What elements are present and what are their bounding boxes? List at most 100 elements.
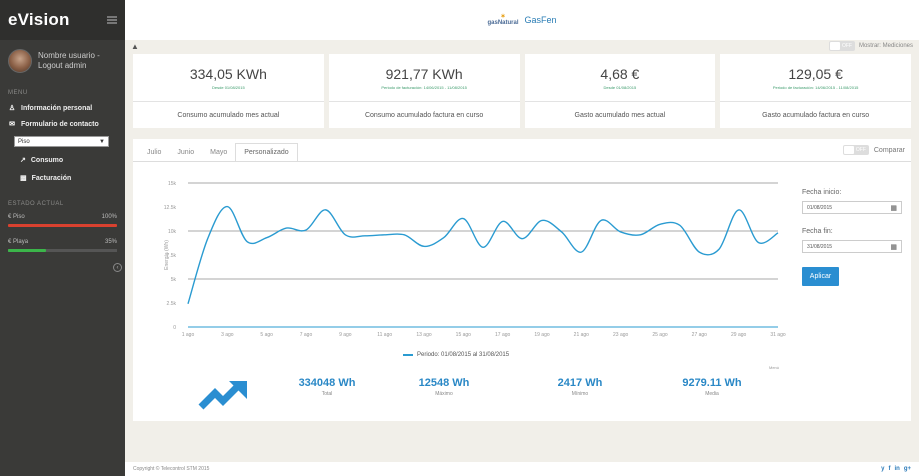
menu-heading: MENU [8,90,28,96]
company-logo: ✶ gasNatural [487,14,519,26]
card-value: 334,05 KWh [189,65,267,82]
chart-menu-link[interactable]: Menú [769,365,779,370]
summary-card: 129,05 € Periodo de facturación: 14/06/20… [720,54,911,128]
series-line [187,205,779,304]
stat-total: 334048 Wh Total [298,377,356,397]
sidebar-item-label: Facturación [31,174,72,182]
x-tick-label: 27 ago [692,332,708,338]
x-tick-label: 7 ago [300,332,313,338]
compare-toggle[interactable]: OFF [842,145,869,155]
trend-up-icon [198,381,247,410]
envelope-icon: ✉ [9,121,15,128]
property-select-value: Piso [18,138,30,145]
x-tick-label: 31 ago [770,332,786,338]
balance-track [8,249,117,252]
card-label: Gasto acumulado factura en curso [762,111,870,119]
balance-item-piso: € Piso 100% [0,211,125,230]
social-links: y f in g+ [881,466,911,472]
avatar[interactable] [8,49,32,73]
start-date-label: Fecha inicio: [802,189,842,196]
user-name-logout[interactable]: Nombre usuario - Logout admin [38,51,117,71]
copyright: Copyright © Telecontrol STM 2015 [133,466,210,472]
end-date-input[interactable]: 31/08/2015 ▦ [802,240,902,253]
y-tick-label: 15k [168,181,177,187]
card-subtitle: Desde 01/08/2015 [603,84,637,90]
x-tick-label: 23 ago [613,332,629,338]
x-tick-label: 19 ago [534,332,550,338]
x-tick-label: 1 ago [182,332,195,338]
stats-row: 334048 Wh Total 12548 Wh Máximo 2417 Wh Mín… [197,377,857,417]
balance-label: Playa [13,239,29,245]
tab-divider [133,161,911,162]
x-tick-label: 29 ago [731,332,747,338]
card-label: Consumo acumulado mes actual [177,111,280,119]
calendar-icon[interactable]: ▦ [890,204,897,212]
card-value: 4,68 € [600,65,640,82]
brand-header: eVision [0,0,125,40]
legend-label: Periodo: 01/08/2015 al 31/08/2015 [417,352,510,358]
tab-may[interactable]: Mayo [202,143,235,161]
top-bar: ✶ gasNatural GasFen [125,0,919,40]
y-tick-label: 10k [168,229,177,235]
facebook-icon[interactable]: f [888,466,890,472]
balance-value: 35% [104,239,117,245]
consumption-chart: 02.5k5k7.5k10k12.5k15kEnergía (Wh)1 ago 3… [164,181,786,338]
sidebar-item-billing[interactable]: ▩ Facturación [0,169,125,187]
stat-max: 12548 Wh Máximo [418,377,470,397]
footer: Copyright © Telecontrol STM 2015 y f in … [125,462,919,476]
balance-heading: ESTADO ACTUAL [8,201,64,207]
y-axis-label: Energía (Wh) [164,240,170,270]
card-subtitle: Periodo de facturación: 14/06/2015 - 11/… [381,84,467,90]
balance-item-playa: € Playa 35% [0,236,125,255]
x-tick-label: 15 ago [456,332,472,338]
linkedin-icon[interactable]: in [894,466,899,472]
show-measurements-toggle-wrap: OFF Mostrar: Mediciones [828,41,913,51]
x-tick-label: 13 ago [416,332,432,338]
sidebar-item-label: Información personal [21,104,93,112]
property-select[interactable]: Piso ▼ [14,136,109,147]
tab-june[interactable]: Junio [169,143,202,161]
tab-july[interactable]: Julio [139,143,169,161]
sidebar-item-label: Formulario de contacto [21,120,99,128]
caret-down-icon: ▼ [99,138,105,145]
bar-chart-icon: ▩ [20,175,27,182]
summary-card: 334,05 KWh Desde 01/08/2015 Consumo acumu… [133,54,324,128]
balance-value: 100% [101,214,117,220]
card-label: Gasto acumulado mes actual [574,111,666,119]
show-measurements-toggle[interactable]: OFF [828,41,855,51]
googleplus-icon[interactable]: g+ [904,466,911,472]
apply-button[interactable]: Aplicar [802,267,839,286]
chart-legend[interactable]: Periodo: 01/08/2015 al 31/08/2015 [403,352,509,358]
sidebar-item-consumption[interactable]: ↗ Consumo [0,151,125,169]
x-tick-label: 5 ago [260,332,273,338]
start-date-input[interactable]: 01/08/2015 ▦ [802,201,902,214]
hamburger-icon[interactable] [107,16,117,24]
end-date-label: Fecha fin: [802,228,833,235]
x-tick-label: 11 ago [377,332,392,338]
card-value: 921,77 KWh [385,65,463,82]
sidebar-item-label: Consumo [30,156,64,164]
x-tick-label: 9 ago [339,332,352,338]
card-subtitle: Periodo de facturación: 14/06/2015 - 11/… [772,84,859,90]
period-tabs: Julio Junio Mayo Personalizado [133,139,298,161]
consumption-panel: Julio Junio Mayo Personalizado OFF Compa… [133,139,911,421]
line-chart-icon: ↗ [20,157,26,164]
card-label: Consumo acumulado factura en curso [364,111,484,119]
twitter-icon[interactable]: y [881,466,884,472]
x-tick-label: 17 ago [495,332,511,338]
sidebar-item-personal-info[interactable]: ♙ Información personal [0,100,125,116]
sidebar-item-contact-form[interactable]: ✉ Formulario de contacto [0,116,125,132]
product-name: GasFen [524,15,557,25]
tab-custom[interactable]: Personalizado [235,143,298,161]
collapse-sidebar-icon[interactable]: ‹ [113,263,122,272]
x-tick-label: 25 ago [652,332,668,338]
y-tick-label: 2.5k [167,301,177,307]
warning-icon[interactable]: ▲ [131,42,139,51]
y-tick-label: 12.5k [164,205,177,211]
sidebar: eVision Nombre usuario - Logout admin ME… [0,0,125,476]
calendar-icon[interactable]: ▦ [890,243,897,251]
y-tick-label: 5k [171,277,177,283]
x-tick-label: 21 ago [574,332,590,338]
compare-toggle-wrap: OFF Comparar [842,145,905,155]
compare-label: Comparar [873,146,905,154]
